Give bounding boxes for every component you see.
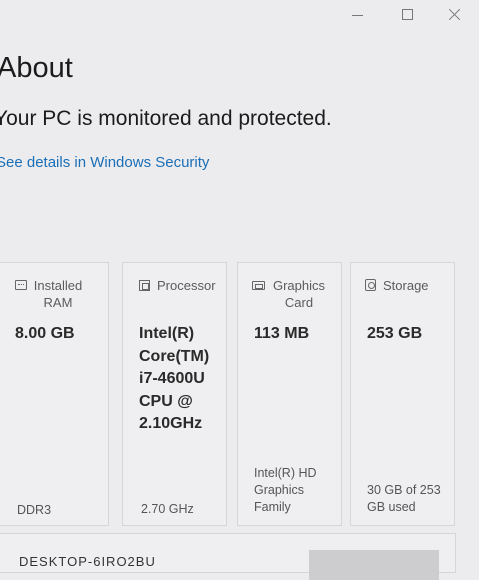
storage-value: 253 GB	[367, 325, 423, 342]
spec-card-graphics: Graphics Card 113 MB Intel(R) HD Graphic…	[237, 262, 342, 526]
card-label: Installed RAM	[33, 278, 83, 310]
card-label: Storage	[383, 278, 429, 293]
graphics-value: 113 MB	[254, 325, 310, 342]
protection-status: Your PC is monitored and protected.	[0, 107, 332, 130]
card-label: Processor	[157, 278, 216, 293]
graphics-card-icon	[252, 281, 265, 290]
processor-icon	[139, 280, 150, 291]
windows-security-link[interactable]: See details in Windows Security	[0, 154, 209, 171]
maximize-icon[interactable]	[394, 4, 420, 26]
page-title: About	[0, 52, 73, 84]
ram-icon	[15, 280, 27, 290]
ram-value: 8.00 GB	[15, 325, 75, 342]
spec-card-ram: Installed RAM 8.00 GB DDR3	[0, 262, 109, 526]
processor-value: Intel(R) Core(TM) i7-4600U CPU @ 2.10GHz	[139, 325, 210, 432]
minimize-icon[interactable]	[345, 4, 371, 26]
ram-detail: DDR3	[17, 503, 52, 517]
card-label: Graphics Card	[272, 278, 326, 310]
spec-card-processor: Processor Intel(R) Core(TM) i7-4600U CPU…	[122, 262, 227, 526]
close-icon[interactable]	[442, 4, 468, 26]
processor-detail: 2.70 GHz	[141, 502, 194, 516]
storage-icon	[365, 279, 376, 291]
spec-card-storage: Storage 253 GB 30 GB of 253 GB used	[350, 262, 455, 526]
graphics-detail: Intel(R) HD Graphics Family	[254, 466, 317, 514]
device-name-card: DESKTOP-6IRO2BU	[0, 533, 456, 580]
title-bar	[0, 0, 479, 30]
rename-pc-button[interactable]	[309, 550, 439, 580]
storage-detail: 30 GB of 253 GB used	[367, 483, 441, 514]
